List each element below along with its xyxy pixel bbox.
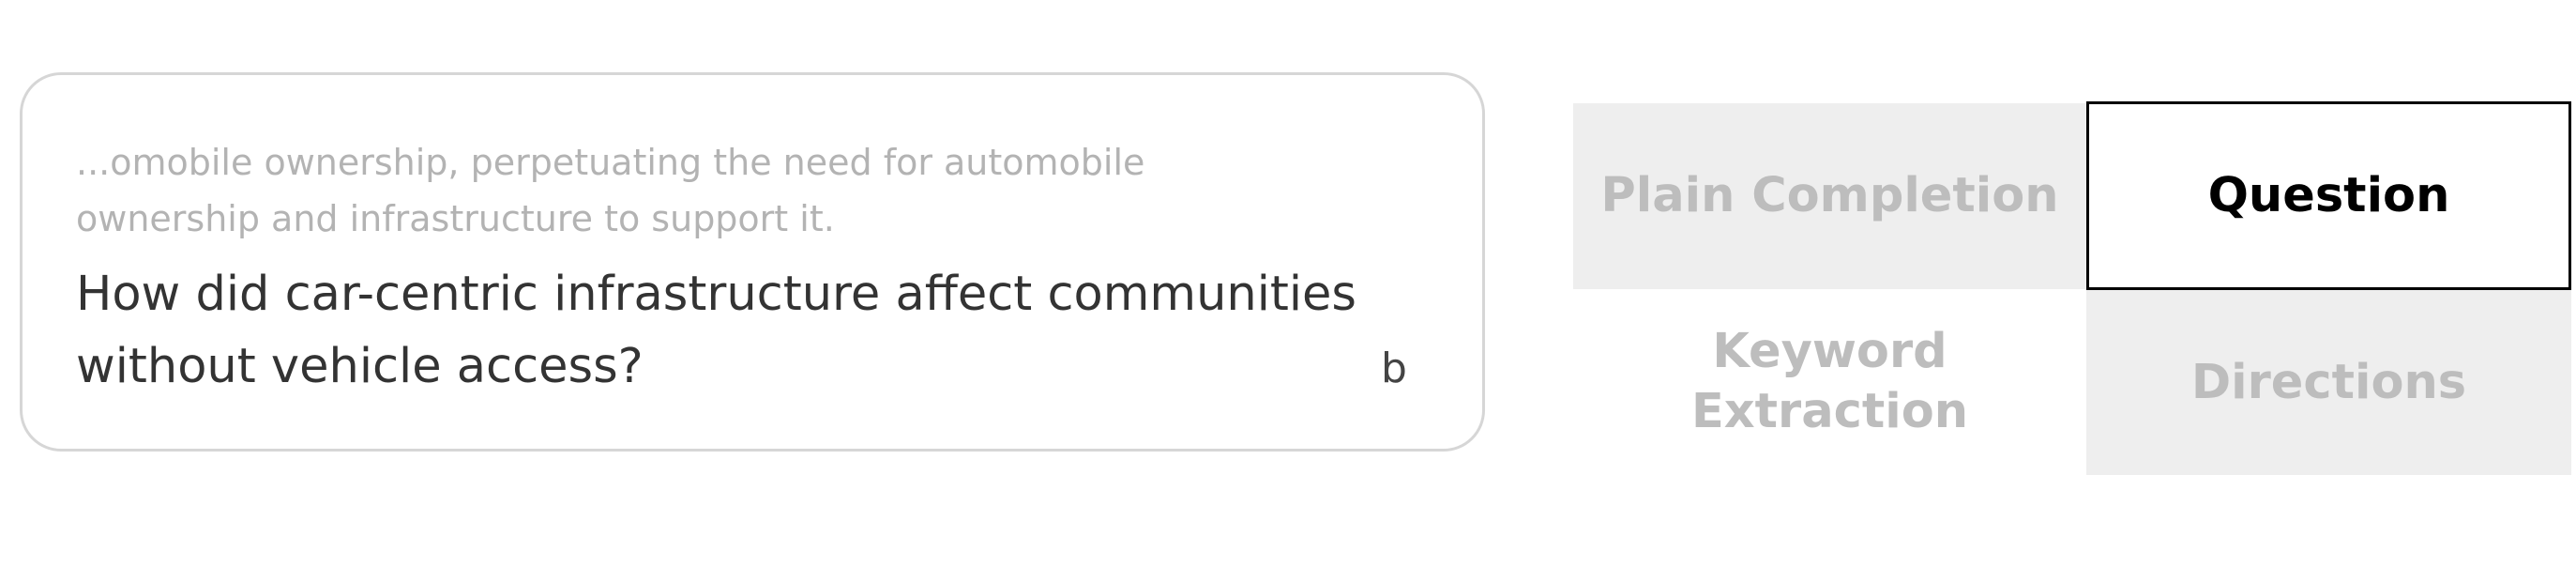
prompt-card: ...omobile ownership, perpetuating the n… [20,72,1485,452]
mode-option-directions[interactable]: Directions [2086,290,2571,475]
mode-option-question[interactable]: Question [2086,101,2571,290]
context-text: ...omobile ownership, perpetuating the n… [76,142,1145,239]
option-letter-label: b [1381,345,1407,392]
mode-option-plain-completion[interactable]: Plain Completion [1573,103,2086,289]
question-text: How did car-centric infrastructure affec… [76,267,1356,394]
mode-selector: Plain Completion Question Keyword Extrac… [1573,101,2571,475]
mode-option-keyword-extraction[interactable]: Keyword Extraction [1573,289,2086,475]
